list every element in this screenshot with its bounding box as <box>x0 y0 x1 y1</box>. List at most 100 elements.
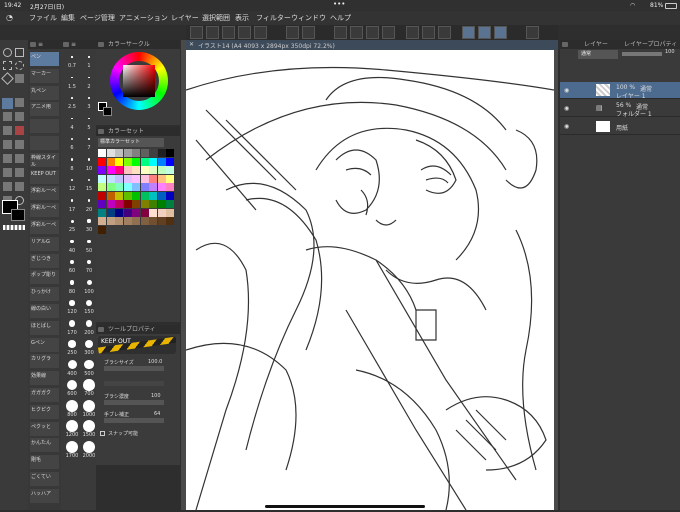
transparent-color-swatch[interactable] <box>3 225 25 230</box>
color-swatch[interactable] <box>106 208 115 217</box>
ruler-icon[interactable] <box>422 26 435 39</box>
brush-tool-icon[interactable] <box>3 112 12 121</box>
layer-row-3[interactable]: ◉ 用紙 <box>560 118 680 135</box>
color-swatch[interactable] <box>123 149 132 157</box>
color-swatch[interactable] <box>166 183 174 191</box>
wheel-sub-color[interactable] <box>103 107 112 116</box>
pencil-tool-icon[interactable] <box>15 98 24 107</box>
gradient-tool-icon[interactable] <box>3 154 12 163</box>
subtool-item[interactable]: Gペン <box>30 337 59 352</box>
brush-size-dot[interactable] <box>86 259 92 265</box>
brush-size-dot[interactable] <box>86 280 92 285</box>
color-swatch[interactable] <box>123 183 132 191</box>
color-swatch[interactable] <box>132 149 140 157</box>
subtool-item[interactable]: ひっかけ <box>30 287 59 302</box>
color-swatch[interactable] <box>132 166 140 174</box>
color-swatch[interactable] <box>123 166 132 174</box>
color-swatch[interactable] <box>115 183 123 191</box>
snap-special-icon[interactable] <box>478 26 491 39</box>
clear-icon[interactable] <box>286 26 299 39</box>
color-swatch[interactable] <box>157 174 166 183</box>
color-swatch[interactable] <box>115 191 123 200</box>
subtool-item[interactable]: 浮彩ルーペ <box>30 203 59 218</box>
eraser-tool-icon[interactable] <box>3 126 12 135</box>
color-swatch[interactable] <box>123 157 132 166</box>
layer-opacity-value[interactable]: 100 <box>665 49 675 55</box>
brush-size-dot[interactable] <box>66 379 78 391</box>
brush-size-dot[interactable] <box>87 158 91 161</box>
color-swatch[interactable] <box>166 157 174 166</box>
color-swatch[interactable] <box>166 200 174 208</box>
opacity-slider[interactable] <box>104 400 164 405</box>
color-swatch[interactable] <box>149 200 157 208</box>
canvas-document[interactable] <box>185 50 555 511</box>
move-tool-icon[interactable] <box>3 61 12 70</box>
undo-icon[interactable] <box>238 26 251 39</box>
menu-help[interactable]: ヘルプ <box>330 13 351 23</box>
selection-tool-icon[interactable] <box>15 61 24 70</box>
brush-size-dot[interactable] <box>69 259 75 265</box>
color-swatch[interactable] <box>115 217 123 225</box>
subtool-item[interactable]: カリグラ <box>30 354 59 369</box>
color-swatch[interactable] <box>149 183 157 191</box>
subtool-item[interactable]: 線の白い <box>30 304 59 318</box>
menu-window[interactable]: ウィンドウ <box>291 13 326 23</box>
color-swatch[interactable] <box>123 200 132 208</box>
brush-size-dot[interactable] <box>88 56 90 58</box>
select-icon[interactable] <box>334 26 347 39</box>
color-swatch[interactable] <box>166 149 174 157</box>
subtool-item[interactable]: マーカー <box>30 68 59 83</box>
lasso-icon[interactable] <box>350 26 363 39</box>
subtool-item[interactable]: リアルG <box>30 236 59 251</box>
opacity-slider[interactable] <box>622 52 662 56</box>
color-swatch[interactable] <box>123 191 132 200</box>
brush-size-dot[interactable] <box>70 199 74 202</box>
color-swatch[interactable] <box>140 157 149 166</box>
color-swatch[interactable] <box>157 166 166 174</box>
color-swatch[interactable] <box>106 174 115 183</box>
decoration-tool-icon[interactable] <box>15 126 24 135</box>
color-swatch[interactable] <box>149 149 157 157</box>
subtool-item[interactable]: ハッハア <box>30 488 59 503</box>
color-swatch[interactable] <box>157 183 166 191</box>
brush-size-dot[interactable] <box>88 76 90 79</box>
color-swatch[interactable] <box>132 174 140 183</box>
color-swatch[interactable] <box>140 149 149 157</box>
menu-edit[interactable]: 編集 <box>61 13 75 23</box>
subtool-item[interactable]: 丸ペン <box>30 85 59 100</box>
subtool-item[interactable] <box>30 119 59 134</box>
color-swatch[interactable] <box>106 157 115 166</box>
brush-size-dot[interactable] <box>66 399 78 412</box>
color-swatch[interactable] <box>115 157 123 166</box>
autoselect-tool-icon[interactable] <box>1 72 14 85</box>
color-swatch[interactable] <box>140 217 149 225</box>
brush-size-dot[interactable] <box>83 440 95 453</box>
color-swatch[interactable] <box>106 200 115 208</box>
brush-size-dot[interactable] <box>87 239 91 244</box>
color-swatch[interactable] <box>98 217 106 225</box>
color-swatch[interactable] <box>149 217 157 225</box>
brush-size-dot[interactable] <box>69 280 75 285</box>
color-swatch[interactable] <box>140 191 149 200</box>
new-icon[interactable] <box>222 26 235 39</box>
brush-size-dot[interactable] <box>70 239 74 244</box>
layer-panel-title[interactable]: レイヤー <box>584 41 608 48</box>
snap-grid-icon[interactable] <box>494 26 507 39</box>
color-swatch[interactable] <box>106 149 115 157</box>
subtool-item[interactable]: ガガガク <box>30 388 59 402</box>
brush-size-dot[interactable] <box>87 199 91 202</box>
opacity-value[interactable]: 100 <box>151 393 161 399</box>
color-swatch[interactable] <box>132 191 140 200</box>
brush-size-dot[interactable] <box>87 219 91 223</box>
brush-size-dot[interactable] <box>70 219 74 223</box>
visibility-icon[interactable]: ◉ <box>564 123 569 130</box>
blend-tool-icon[interactable] <box>3 140 12 149</box>
brush-size-dot[interactable] <box>83 420 95 432</box>
subtool-item[interactable]: 浮彩ルーペ <box>30 186 59 201</box>
brush-size-dot[interactable] <box>69 300 75 306</box>
brush-size-dot[interactable] <box>66 420 78 432</box>
color-swatch[interactable] <box>123 217 132 225</box>
figure-tool-icon[interactable] <box>15 154 24 163</box>
brush-size-dot[interactable] <box>86 300 92 306</box>
brush-size-dot[interactable] <box>83 379 95 391</box>
